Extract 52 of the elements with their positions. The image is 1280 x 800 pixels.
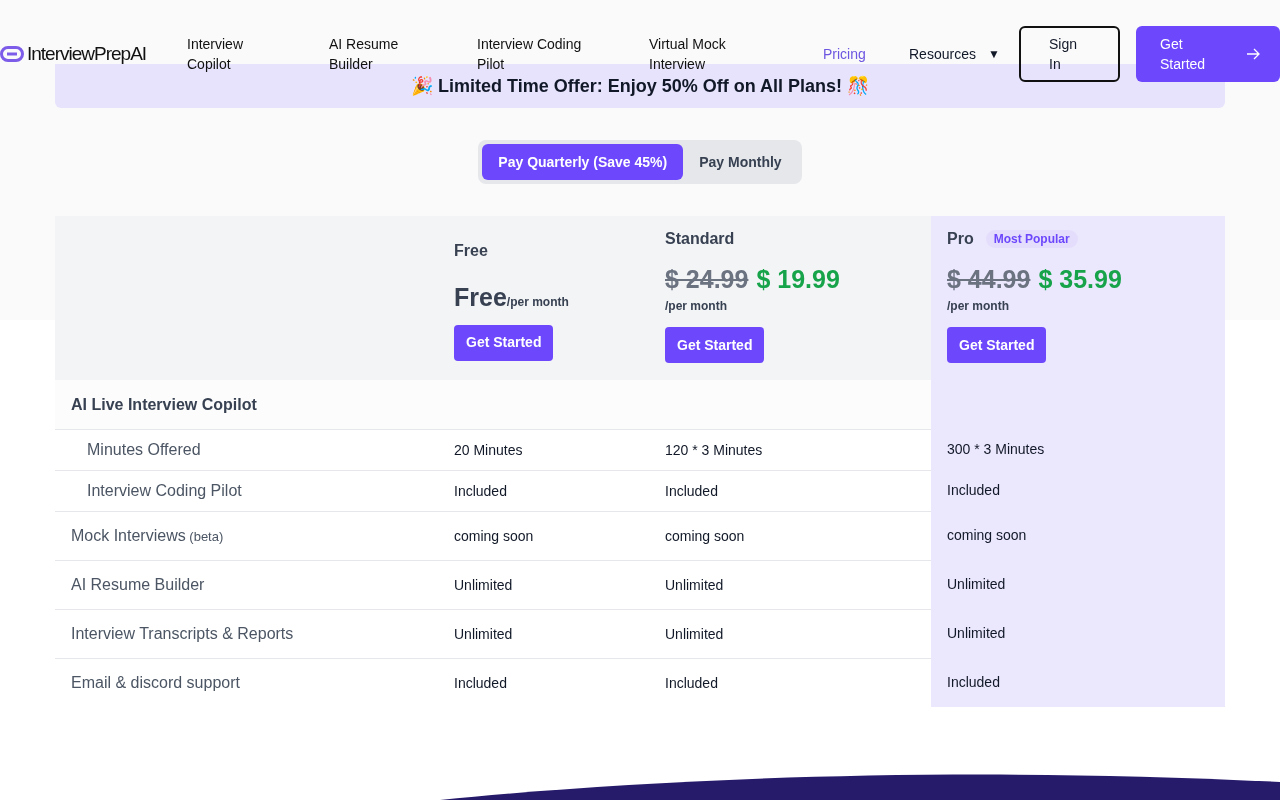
resources-menu[interactable]: Resources ▼ bbox=[909, 43, 1019, 65]
table-cell-text: coming soon bbox=[665, 526, 745, 546]
old-price: $ 44.99 bbox=[947, 264, 1031, 295]
nav-link[interactable]: Interview Copilot bbox=[187, 34, 329, 74]
nav-link[interactable]: Pricing bbox=[823, 44, 909, 64]
logo-icon bbox=[0, 46, 24, 62]
old-price: $ 24.99 bbox=[665, 264, 749, 295]
price-period: /per month bbox=[947, 298, 1010, 315]
nav-link[interactable]: AI Resume Builder bbox=[329, 34, 477, 74]
table-cell-text: Included bbox=[454, 673, 507, 693]
table-cell-text: Unlimited bbox=[454, 575, 513, 595]
table-cell-text: Included bbox=[947, 481, 1000, 500]
table-cell-text: Included bbox=[947, 673, 1000, 692]
feature-label: Email & discord support bbox=[71, 673, 240, 693]
table-cell-text: Unlimited bbox=[947, 624, 1006, 643]
arrow-right-icon bbox=[1246, 48, 1260, 60]
table-cell-text: Unlimited bbox=[947, 575, 1006, 594]
table-cell-text: Unlimited bbox=[454, 624, 513, 644]
billing-tab[interactable]: Pay Monthly bbox=[683, 144, 798, 180]
table-cell-text: Included bbox=[665, 481, 718, 501]
feature-label: Mock Interviews (beta) bbox=[71, 526, 224, 546]
billing-tab[interactable]: Pay Quarterly (Save 45%) bbox=[482, 144, 684, 180]
section-title: AI Live Interview Copilot bbox=[71, 394, 257, 415]
price-period: /per month bbox=[665, 298, 728, 315]
plan-name: Standard bbox=[665, 229, 735, 249]
price: $ 19.99 bbox=[756, 264, 840, 295]
plan-get-started-button[interactable]: Get Started bbox=[665, 327, 765, 363]
table-cell-text: 120 * 3 Minutes bbox=[665, 440, 763, 460]
get-started-button[interactable]: Get Started bbox=[1136, 26, 1280, 82]
plan-get-started-button[interactable]: Get Started bbox=[947, 327, 1047, 363]
table-cell-text: coming soon bbox=[454, 526, 534, 546]
feature-label: Interview Transcripts & Reports bbox=[71, 624, 294, 644]
table-cell-text: coming soon bbox=[947, 526, 1027, 545]
price-period: /per month bbox=[506, 295, 569, 311]
table-cell-text: Included bbox=[665, 673, 718, 693]
plan-get-started-button[interactable]: Get Started bbox=[454, 324, 554, 361]
table-cell-text: 300 * 3 Minutes bbox=[947, 440, 1045, 459]
plan-name: Pro bbox=[947, 229, 974, 249]
logo-text[interactable]: InterviewPrepAI bbox=[27, 39, 147, 69]
table-cell-text: Unlimited bbox=[665, 575, 724, 595]
table-cell-text: Unlimited bbox=[665, 624, 724, 644]
plan-name: Free bbox=[454, 241, 488, 261]
table-cell-text: Included bbox=[454, 481, 507, 501]
price: Free bbox=[454, 282, 507, 313]
popular-badge: Most Popular bbox=[985, 230, 1078, 248]
feature-label: Interview Coding Pilot bbox=[87, 481, 242, 501]
nav-link[interactable]: Virtual Mock Interview bbox=[649, 34, 823, 74]
nav-link[interactable]: Interview Coding Pilot bbox=[477, 34, 649, 74]
feature-label: Minutes Offered bbox=[87, 440, 201, 460]
feature-label: AI Resume Builder bbox=[71, 575, 205, 595]
price: $ 35.99 bbox=[1038, 264, 1122, 295]
table-cell-text: 20 Minutes bbox=[454, 440, 523, 460]
